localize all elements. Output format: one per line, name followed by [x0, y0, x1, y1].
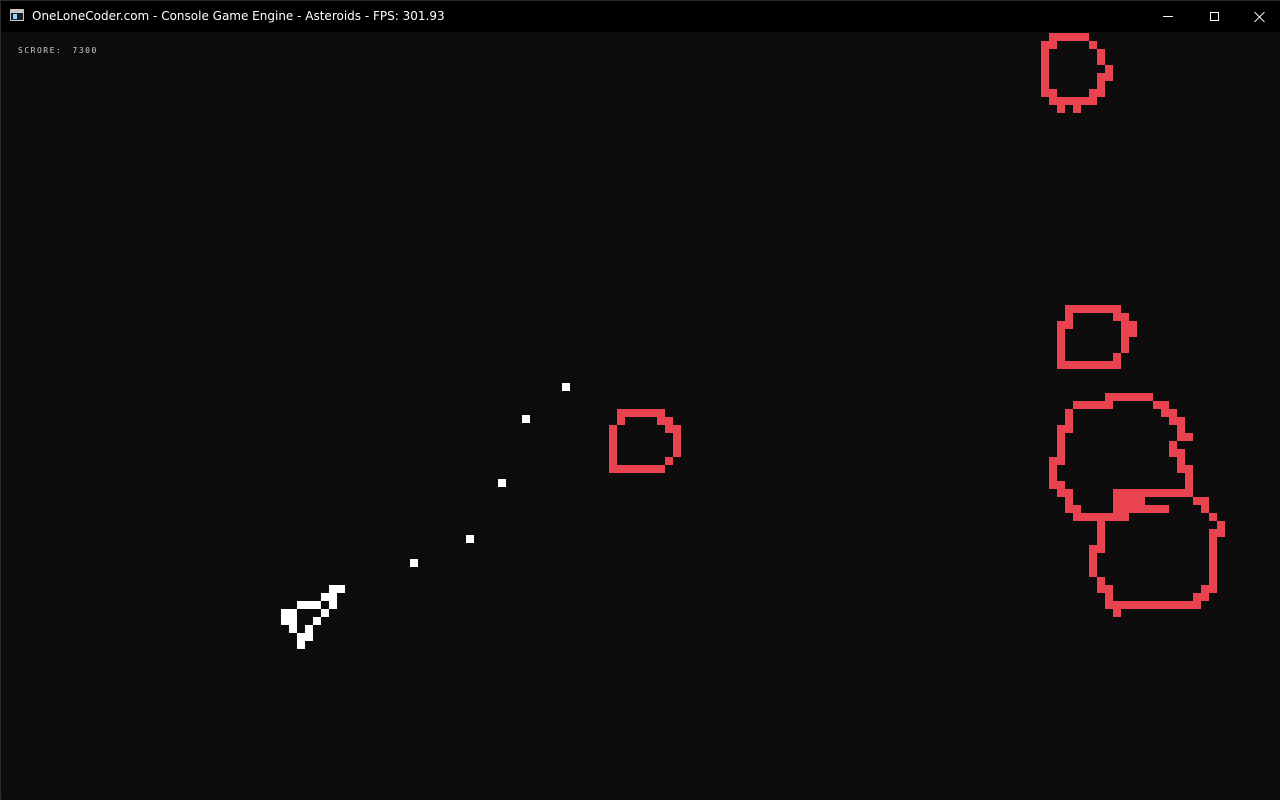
- bullet: [466, 535, 474, 543]
- asteroid: [609, 409, 681, 473]
- title-bar[interactable]: OneLoneCoder.com - Console Game Engine -…: [1, 1, 1280, 32]
- close-button[interactable]: [1237, 1, 1280, 32]
- game-canvas[interactable]: SCRORE: 7300: [2, 32, 1280, 800]
- asteroid: [1057, 305, 1137, 369]
- bullet: [410, 559, 418, 567]
- asteroid: [1089, 489, 1225, 617]
- ship-icon: [281, 585, 345, 649]
- bullets-layer: [410, 383, 570, 567]
- bullet: [498, 479, 506, 487]
- minimize-icon: [1163, 16, 1173, 17]
- console-app-icon[interactable]: [10, 9, 24, 21]
- playfield: [281, 33, 1225, 649]
- minimize-button[interactable]: [1145, 1, 1191, 32]
- close-icon: [1254, 11, 1266, 23]
- bullet: [562, 383, 570, 391]
- maximize-button[interactable]: [1191, 1, 1237, 32]
- asteroids-layer: [609, 33, 1225, 617]
- window-title: OneLoneCoder.com - Console Game Engine -…: [32, 9, 445, 23]
- bullet: [522, 415, 530, 423]
- maximize-icon: [1209, 12, 1219, 21]
- console-window: OneLoneCoder.com - Console Game Engine -…: [0, 0, 1280, 800]
- asteroid: [1041, 33, 1113, 113]
